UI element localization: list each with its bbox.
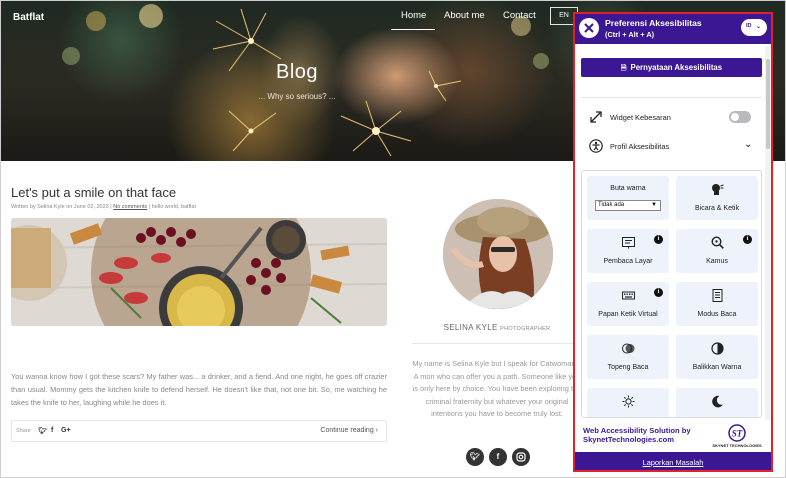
brand-link[interactable]: Web Accessibility Solution by SkynetTech…: [583, 426, 691, 444]
chevron-down-icon: ▼: [651, 202, 657, 208]
info-icon[interactable]: i: [654, 235, 663, 244]
tile-speak-type[interactable]: Bicara & Ketik: [676, 176, 758, 220]
panel-scrollbar-thumb[interactable]: [766, 59, 770, 149]
site-brand[interactable]: Batflat: [13, 12, 44, 23]
read-mode-icon: [712, 289, 723, 302]
report-problem-link[interactable]: Laporkan Masalah: [575, 458, 771, 467]
statement-label: Pernyataan Aksesibilitas: [630, 63, 723, 72]
widget-size-toggle[interactable]: [729, 111, 751, 123]
page-subtitle: ... Why so serious? ...: [258, 92, 336, 101]
avatar: [443, 199, 553, 309]
post-title[interactable]: Let's put a smile on that face: [11, 185, 176, 200]
dark-mode-icon: [712, 395, 723, 408]
panel-language-select[interactable]: ID ⌄: [741, 19, 767, 36]
browser-viewport: Batflat Home About me Contact EN Blog ..…: [0, 0, 786, 478]
skynet-logo-mark: ST: [728, 424, 746, 442]
profile-photo: [443, 199, 553, 309]
tile-read-mode[interactable]: Modus Baca: [676, 282, 758, 326]
profile-name-text: SELINA KYLE: [443, 323, 498, 332]
facebook-icon[interactable]: f: [51, 427, 53, 434]
nav-active-indicator: [391, 29, 435, 30]
tile-label: Balikkan Warna: [692, 364, 742, 371]
panel-footer-brand: Web Accessibility Solution by SkynetTech…: [575, 420, 771, 452]
nav-contact[interactable]: Contact: [503, 10, 536, 21]
tile-dark-mode[interactable]: [676, 388, 758, 417]
color-blind-select[interactable]: Tidak ada ▼: [595, 200, 661, 211]
instagram-social-icon[interactable]: [512, 448, 530, 466]
accessibility-tools-grid: Buta warna Tidak ada ▼ Bicara & Ketik i …: [581, 170, 762, 418]
post-image[interactable]: [11, 218, 387, 326]
report-bar: Laporkan Masalah: [575, 452, 771, 470]
page-title: Blog: [275, 61, 319, 83]
tile-color-blind: Buta warna Tidak ada ▼: [587, 176, 669, 220]
speak-type-icon: [712, 184, 724, 195]
screen-reader-icon: [622, 237, 635, 249]
tile-label: Kamus: [706, 258, 728, 265]
post-meta: Written by Selina Kyle on June 02, 2023 …: [11, 204, 196, 210]
tile-label: Papan Ketik Virtual: [598, 311, 658, 318]
svg-text:ST: ST: [732, 429, 743, 439]
comments-link[interactable]: No comments: [113, 204, 147, 210]
panel-language-code: ID: [746, 23, 752, 29]
accessibility-statement-button[interactable]: 🗎︎ Pernyataan Aksesibilitas: [581, 58, 762, 77]
share-label: Share: [16, 428, 31, 434]
widget-size-label: Widget Kebesaran: [610, 113, 671, 122]
facebook-social-icon[interactable]: f: [489, 448, 507, 466]
tile-label: Pembaca Layar: [603, 258, 653, 265]
profile-divider: [412, 343, 582, 344]
food-platter-illustration: [11, 218, 387, 326]
share-bar: Share 🐦︎ f G+ Continue reading ›: [11, 420, 387, 442]
invert-colors-icon: [711, 342, 724, 355]
close-icon: [584, 23, 594, 33]
keyboard-icon: [622, 291, 635, 300]
accessibility-panel: Preferensi Aksesibilitas (Ctrl + Alt + A…: [573, 12, 773, 472]
color-blind-selected: Tidak ada: [598, 202, 625, 208]
profile-bio: My name is Selina Kyle but I speak for C…: [412, 359, 582, 418]
close-panel-button[interactable]: [579, 18, 599, 38]
tile-dictionary[interactable]: i Kamus: [676, 229, 758, 273]
continue-reading-link[interactable]: Continue reading ›: [320, 427, 378, 434]
twitter-social-icon[interactable]: 🐦︎: [466, 448, 484, 466]
panel-divider: [581, 97, 762, 98]
tile-brightness[interactable]: [587, 388, 669, 417]
tile-label: Modus Baca: [697, 311, 737, 318]
nav-about[interactable]: About me: [444, 10, 485, 21]
panel-title: Preferensi Aksesibilitas: [605, 18, 702, 28]
tile-label: Bicara & Ketik: [695, 205, 739, 212]
chevron-down-icon[interactable]: ⌄: [744, 139, 752, 150]
expand-icon: [590, 111, 602, 123]
toggle-knob: [731, 113, 739, 121]
brightness-icon: [622, 395, 635, 408]
accessibility-person-icon: [589, 139, 603, 153]
profile-role: PHOTOGRAPHER: [500, 326, 551, 332]
chevron-down-icon: ⌄: [756, 24, 762, 30]
brand-line-1: Web Accessibility Solution by: [583, 426, 691, 435]
document-icon: 🗎︎: [620, 65, 627, 72]
profile-name: SELINA KYLE PHOTOGRAPHER: [412, 323, 582, 332]
skynet-logo-name: SKYNET TECHNOLOGIES: [712, 443, 762, 448]
post-excerpt: You wanna know how I got these scars? My…: [11, 372, 387, 407]
tile-reading-mask[interactable]: Topeng Baca: [587, 335, 669, 379]
accessibility-profiles-row[interactable]: Profil Aksesibilitas: [589, 139, 759, 155]
panel-shortcut: (Ctrl + Alt + A): [605, 30, 655, 39]
tile-label: Topeng Baca: [607, 364, 649, 371]
instagram-glyph: [516, 452, 526, 462]
reading-mask-icon: [622, 343, 635, 354]
post-tags[interactable]: | hello world, batflat: [149, 204, 196, 210]
info-icon[interactable]: i: [654, 288, 663, 297]
profiles-label: Profil Aksesibilitas: [610, 142, 670, 151]
twitter-icon[interactable]: 🐦︎: [38, 427, 47, 435]
tile-virtual-keyboard[interactable]: i Papan Ketik Virtual: [587, 282, 669, 326]
nav-home[interactable]: Home: [401, 10, 426, 21]
post-meta-prefix: Written by Selina Kyle on June 02, 2023 …: [11, 204, 112, 210]
google-plus-icon[interactable]: G+: [61, 427, 71, 434]
skynet-logo[interactable]: ST SKYNET TECHNOLOGIES: [707, 423, 767, 451]
brand-line-2: SkynetTechnologies.com: [583, 435, 675, 444]
accessibility-header: Preferensi Aksesibilitas (Ctrl + Alt + A…: [575, 14, 771, 44]
tile-screen-reader[interactable]: i Pembaca Layar: [587, 229, 669, 273]
tile-label: Buta warna: [610, 185, 646, 192]
tile-invert-colors[interactable]: Balikkan Warna: [676, 335, 758, 379]
info-icon[interactable]: i: [743, 235, 752, 244]
dictionary-icon: [711, 236, 724, 249]
